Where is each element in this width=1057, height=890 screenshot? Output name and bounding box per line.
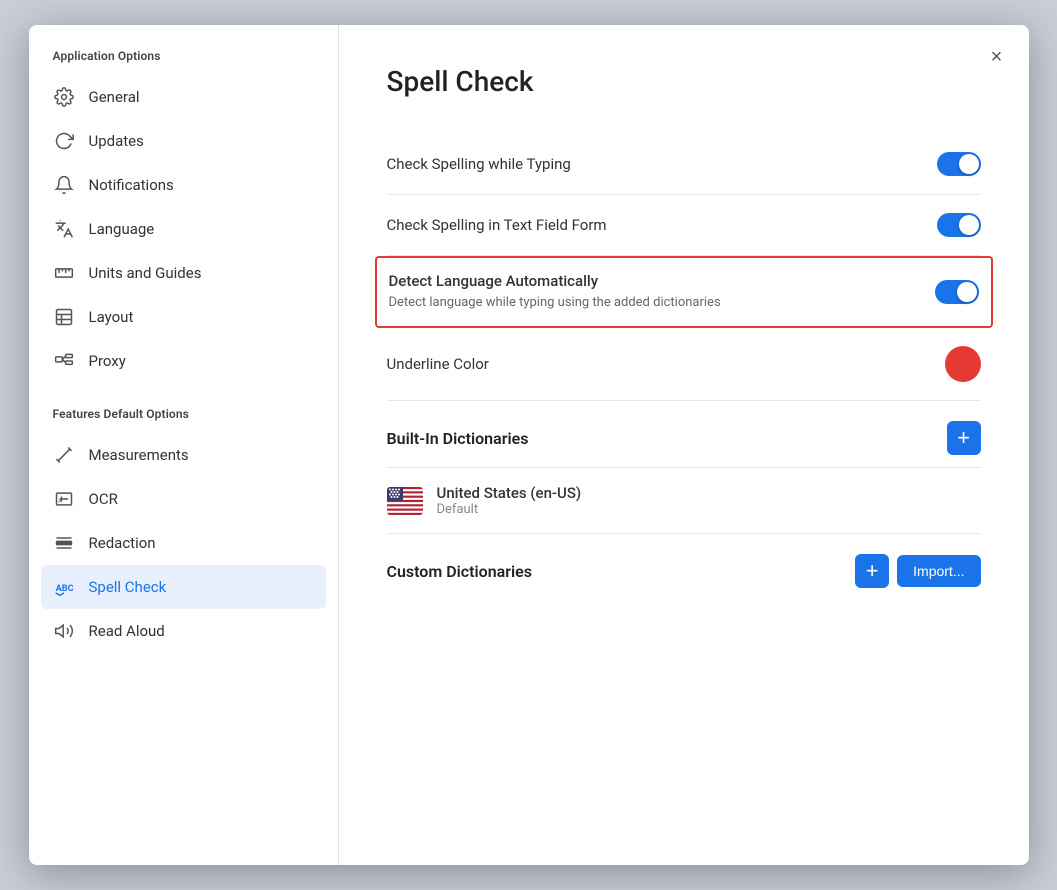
add-built-in-dict-button[interactable]: + [947,421,981,455]
detect-language-desc: Detect language while typing using the a… [389,294,809,312]
sidebar-label-language: Language [89,220,155,238]
built-in-dict-header: Built-In Dictionaries + [387,401,981,468]
modal-dialog: × Application Options General Updates [29,25,1029,865]
check-spelling-form-label: Check Spelling in Text Field Form [387,216,937,234]
underline-color-row: Underline Color [387,328,981,401]
sidebar-label-proxy: Proxy [89,352,126,370]
sidebar-label-ocr: OCR [89,490,118,508]
sidebar-item-updates[interactable]: Updates [29,119,338,163]
detect-language-toggle[interactable] [935,280,979,304]
sidebar-item-general[interactable]: General [29,75,338,119]
sidebar-label-readaloud: Read Aloud [89,622,165,640]
sidebar-item-proxy[interactable]: Proxy [29,339,338,383]
custom-dict-title: Custom Dictionaries [387,562,533,581]
check-spelling-typing-label: Check Spelling while Typing [387,155,937,173]
abc-icon: ABC [53,576,75,598]
svg-text:ABC: ABC [55,584,73,594]
redact-icon [53,532,75,554]
check-spelling-form-row: Check Spelling in Text Field Form [387,195,981,256]
dictionary-item-en-us: United States (en-US) Default [387,468,981,534]
measure-icon [53,444,75,466]
sidebar-label-updates: Updates [89,132,144,150]
sidebar-item-layout[interactable]: Layout [29,295,338,339]
sidebar-item-readaloud[interactable]: Read Aloud [29,609,338,653]
page-title: Spell Check [387,65,981,98]
main-content: Spell Check Check Spelling while Typing … [339,25,1029,865]
sidebar-label-layout: Layout [89,308,134,326]
dict-name: United States (en-US) [437,484,582,502]
sidebar-item-spellcheck[interactable]: ABC Spell Check [41,565,326,609]
check-spelling-typing-toggle[interactable] [937,152,981,176]
speaker-icon [53,620,75,642]
sidebar: Application Options General Updates [29,25,339,865]
us-flag-icon [387,487,423,515]
proxy-icon [53,350,75,372]
sidebar-label-spellcheck: Spell Check [89,578,167,596]
sidebar-item-language[interactable]: Language [29,207,338,251]
modal-overlay: × Application Options General Updates [0,0,1057,890]
ocr-icon: A [53,488,75,510]
sidebar-label-general: General [89,88,140,106]
detect-language-row: Detect Language Automatically Detect lan… [375,256,993,328]
custom-dict-header: Custom Dictionaries + Import... [387,534,981,600]
underline-color-label: Underline Color [387,355,945,373]
sidebar-label-units: Units and Guides [89,264,202,282]
check-spelling-form-toggle[interactable] [937,213,981,237]
sidebar-label-redaction: Redaction [89,534,156,552]
bell-icon [53,174,75,196]
features-heading: Features Default Options [29,407,338,433]
sidebar-item-units[interactable]: Units and Guides [29,251,338,295]
built-in-dict-title: Built-In Dictionaries [387,429,529,448]
translate-icon [53,218,75,240]
check-spelling-typing-row: Check Spelling while Typing [387,134,981,195]
gear-icon [53,86,75,108]
sidebar-item-ocr[interactable]: A OCR [29,477,338,521]
app-options-heading: Application Options [29,49,338,75]
detect-language-title: Detect Language Automatically [389,272,935,290]
add-custom-dict-button[interactable]: + [855,554,889,588]
sidebar-label-notifications: Notifications [89,176,174,194]
refresh-icon [53,130,75,152]
layout-icon [53,306,75,328]
dict-sub: Default [437,502,582,517]
import-button[interactable]: Import... [897,555,980,587]
sidebar-item-notifications[interactable]: Notifications [29,163,338,207]
sidebar-item-measurements[interactable]: Measurements [29,433,338,477]
sidebar-label-measurements: Measurements [89,446,189,464]
underline-color-swatch[interactable] [945,346,981,382]
close-button[interactable]: × [981,41,1013,73]
svg-text:A: A [58,498,62,504]
ruler-icon [53,262,75,284]
sidebar-item-redaction[interactable]: Redaction [29,521,338,565]
